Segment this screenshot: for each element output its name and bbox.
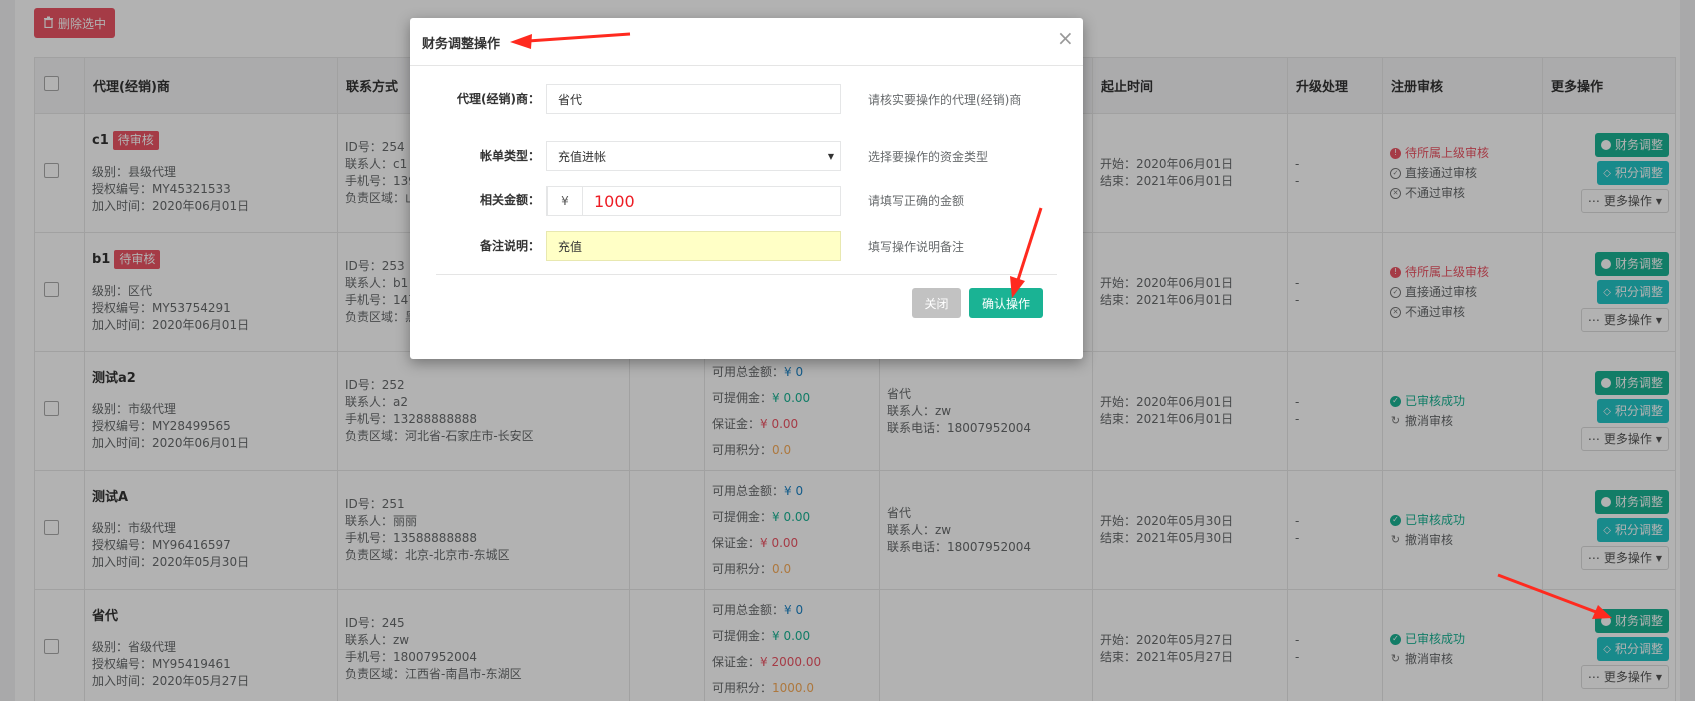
arrow-to-confirm-button (1010, 207, 1043, 298)
page-background: 删除选中 代理(经销)商 联系方式 起止时间 升级处理 注册审核 更多操作 c1… (0, 0, 1695, 701)
arrow-to-finance-button (1497, 573, 1612, 619)
annotation-arrows (510, 32, 1612, 619)
arrow-to-modal-title (510, 32, 631, 49)
